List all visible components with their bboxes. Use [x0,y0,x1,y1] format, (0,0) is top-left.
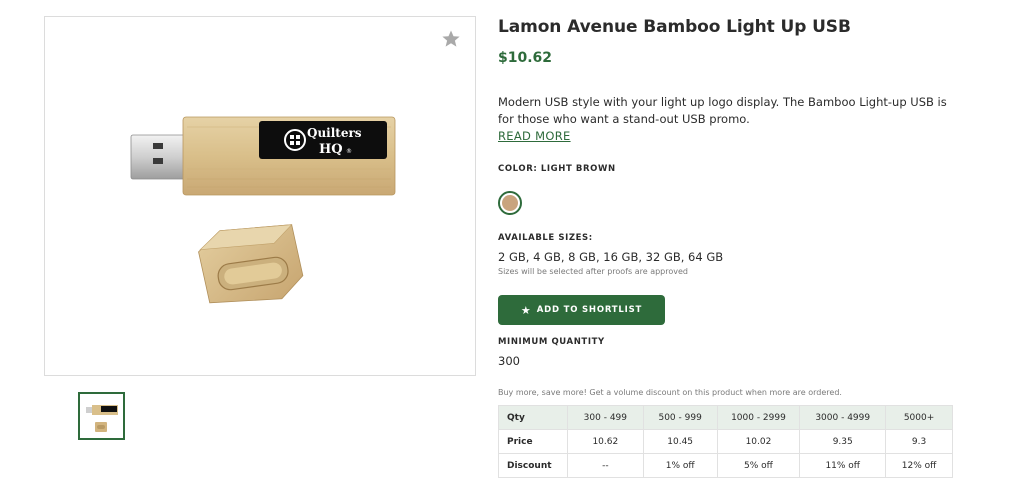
add-to-shortlist-label: ADD TO SHORTLIST [536,305,643,315]
add-to-shortlist-button[interactable]: ★ ADD TO SHORTLIST [498,295,665,325]
table-cell: 11% off [799,453,887,478]
logo-text-mark: ® [346,148,352,155]
product-price: $10.62 [498,50,553,66]
minimum-quantity-label: MINIMUM QUANTITY [498,337,605,347]
favorite-star-icon[interactable] [441,29,461,49]
minimum-quantity-value: 300 [498,354,520,368]
product-description: Modern USB style with your light up logo… [498,95,947,126]
color-swatch-light-brown[interactable] [498,191,522,215]
table-cell: 1% off [642,453,718,478]
table-cell: Price [498,429,568,454]
table-cell: 3000 - 4999 [799,405,887,430]
table-cell: 9.3 [885,429,953,454]
thumbnail-product-icon [86,405,118,432]
table-cell: 10.62 [566,429,644,454]
table-cell: 500 - 999 [642,405,718,430]
star-icon: ★ [520,303,531,317]
table-cell: 1000 - 2999 [716,405,801,430]
table-row: Qty 300 - 499 500 - 999 1000 - 2999 3000… [498,405,953,430]
table-cell: Discount [498,453,568,478]
table-cell: 10.02 [716,429,801,454]
table-cell: 5% off [716,453,801,478]
pricing-table: Qty 300 - 499 500 - 999 1000 - 2999 3000… [498,405,953,478]
table-cell: 9.35 [799,429,887,454]
read-more-link[interactable]: READ MORE [498,129,571,143]
table-cell: 300 - 499 [566,405,644,430]
table-cell: 12% off [885,453,953,478]
product-title: Lamon Avenue Bamboo Light Up USB [498,17,851,37]
product-image-panel: Quilters HQ ® [44,16,476,376]
table-row: Discount -- 1% off 5% off 11% off 12% of… [498,453,953,478]
thumbnail-image[interactable] [78,392,125,440]
table-row: Price 10.62 10.45 10.02 9.35 9.3 [498,429,953,454]
product-image: Quilters HQ ® [130,116,396,304]
table-cell: Qty [498,405,568,430]
volume-discount-note: Buy more, save more! Get a volume discou… [498,388,842,397]
available-sizes-value: 2 GB, 4 GB, 8 GB, 16 GB, 32 GB, 64 GB [498,250,724,264]
table-cell: 10.45 [642,429,718,454]
logo-text-line2: HQ [319,142,343,157]
sizes-note: Sizes will be selected after proofs are … [498,267,688,276]
table-cell: -- [566,453,644,478]
table-cell: 5000+ [885,405,953,430]
logo-text-line1: Quilters [307,126,362,140]
color-label: COLOR: LIGHT BROWN [498,164,616,174]
available-sizes-label: AVAILABLE SIZES: [498,233,593,243]
